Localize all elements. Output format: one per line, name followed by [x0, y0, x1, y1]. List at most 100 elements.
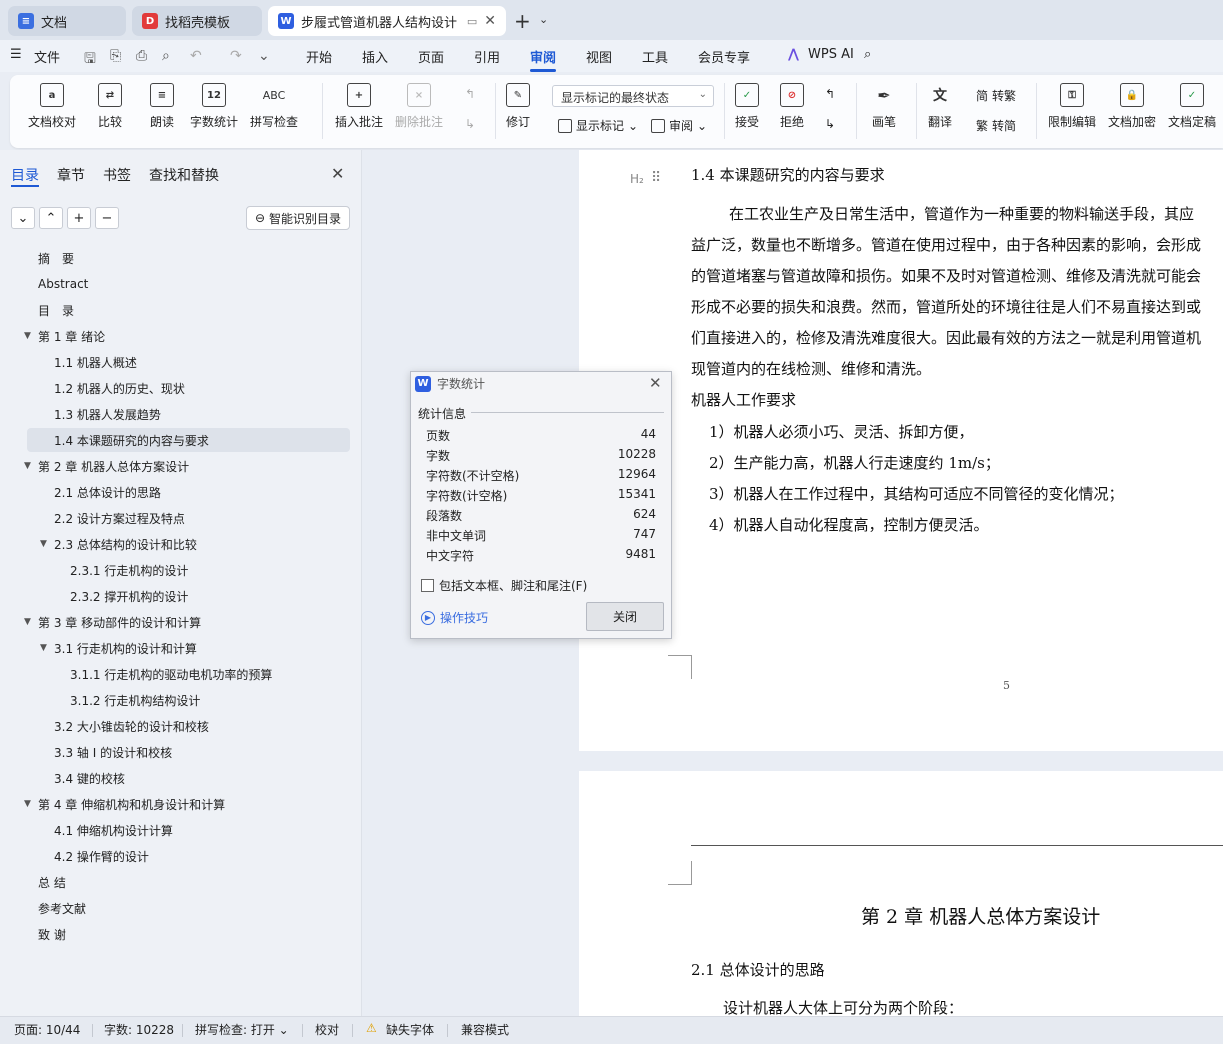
undo-icon[interactable]: ↶: [190, 48, 202, 64]
nav-tab-toc[interactable]: 目录: [11, 165, 39, 185]
encrypt-button[interactable]: 🔒 文档加密: [1108, 83, 1156, 130]
expand-toggle-icon[interactable]: ▼: [24, 617, 31, 627]
compare-button[interactable]: ⇄ 比较: [98, 83, 122, 130]
toc-item[interactable]: 1.1 机器人概述: [0, 350, 350, 374]
toc-item[interactable]: ▼ 第 1 章 绪论: [0, 324, 350, 348]
markup-state-select[interactable]: 显示标记的最终状态 ⌄: [552, 85, 714, 107]
search-icon[interactable]: ⌕: [864, 47, 871, 62]
expand-toggle-icon[interactable]: ▼: [40, 539, 47, 549]
toc-item[interactable]: 3.3 轴 I 的设计和校核: [0, 740, 350, 764]
expand-up-button[interactable]: ⌃: [39, 207, 63, 229]
next-change-icon[interactable]: ↳: [825, 117, 835, 131]
menu-review[interactable]: 审阅: [530, 47, 556, 66]
share-icon[interactable]: ⎘: [110, 48, 121, 64]
menu-start[interactable]: 开始: [306, 47, 332, 66]
page-indicator[interactable]: 页面: 10/44: [14, 1021, 80, 1038]
toc-item[interactable]: 4.2 操作臂的设计: [0, 844, 350, 868]
toc-item[interactable]: 致 谢: [0, 922, 350, 946]
tips-link[interactable]: ▶ 操作技巧: [421, 609, 488, 626]
toc-item[interactable]: 目 录: [0, 298, 350, 322]
drag-handle-icon[interactable]: ⠿: [651, 170, 661, 186]
toc-item[interactable]: Abstract: [0, 272, 350, 296]
chevron-down-icon[interactable]: ⌄: [539, 13, 548, 26]
reject-button[interactable]: ⊘ 拒绝: [780, 83, 804, 130]
tab-current-document[interactable]: W 步履式管道机器人结构设计 说 ▭ ✕: [268, 6, 506, 36]
review-pane-button[interactable]: 审阅 ⌄: [651, 117, 707, 134]
menu-member[interactable]: 会员专享: [698, 47, 750, 66]
wps-ai-icon[interactable]: ⋀: [788, 47, 799, 62]
spell-check-indicator[interactable]: 拼写检查: 打开 ⌄: [195, 1021, 289, 1038]
ink-button[interactable]: ✒ 画笔: [872, 83, 896, 130]
hamburger-menu-icon[interactable]: ☰: [10, 47, 22, 62]
menu-wps-ai[interactable]: WPS AI: [808, 47, 854, 62]
toc-item[interactable]: 3.2 大小锥齿轮的设计和校核: [0, 714, 350, 738]
toc-item[interactable]: 2.1 总体设计的思路: [0, 480, 350, 504]
menu-page[interactable]: 页面: [418, 47, 444, 66]
nav-tab-bookmarks[interactable]: 书签: [103, 165, 131, 185]
expand-toggle-icon[interactable]: ▼: [40, 643, 47, 653]
screen-icon[interactable]: ▭: [467, 15, 477, 28]
toc-item[interactable]: 3.4 键的校核: [0, 766, 350, 790]
spell-check-button[interactable]: ABC 拼写检查: [250, 83, 298, 130]
accept-button[interactable]: ✓ 接受: [735, 83, 759, 130]
smart-toc-button[interactable]: ⊖ 智能识别目录: [246, 206, 350, 230]
toc-item[interactable]: ▼ 2.3 总体结构的设计和比较: [0, 532, 350, 556]
close-button[interactable]: 关闭: [586, 602, 664, 631]
proofread-button[interactable]: a 文档校对: [28, 83, 76, 130]
include-textbox-footnotes-checkbox[interactable]: 包括文本框、脚注和尾注(F): [421, 577, 587, 594]
toc-item[interactable]: 1.3 机器人发展趋势: [0, 402, 350, 426]
nav-tab-find-replace[interactable]: 查找和替换: [149, 165, 219, 185]
tab-docer-templates[interactable]: D 找稻壳模板: [132, 6, 262, 36]
previous-change-icon[interactable]: ↰: [825, 87, 835, 101]
menu-tools[interactable]: 工具: [642, 47, 668, 66]
menu-file[interactable]: 文件: [34, 47, 60, 66]
quick-access-more-icon[interactable]: ⌄: [258, 48, 270, 64]
tab-documents[interactable]: ≡ 文档: [8, 6, 126, 36]
insert-comment-button[interactable]: + 插入批注: [335, 83, 383, 130]
toc-item[interactable]: 总 结: [0, 870, 350, 894]
new-tab-plus-icon[interactable]: +: [514, 9, 531, 33]
proofread-indicator[interactable]: 校对: [315, 1021, 339, 1038]
toc-item[interactable]: 参考文献: [0, 896, 350, 920]
print-preview-icon[interactable]: ⌕: [162, 48, 170, 64]
toc-item[interactable]: ▼ 第 4 章 伸缩机构和机身设计和计算: [0, 792, 350, 816]
word-count-indicator[interactable]: 字数: 10228: [104, 1021, 174, 1038]
toc-item[interactable]: ▼ 第 3 章 移动部件的设计和计算: [0, 610, 350, 634]
previous-comment-icon[interactable]: ↰: [465, 87, 475, 101]
collapse-all-button[interactable]: ⌄: [11, 207, 35, 229]
expand-toggle-icon[interactable]: ▼: [24, 331, 31, 341]
toc-item[interactable]: ▼ 3.1 行走机构的设计和计算: [0, 636, 350, 660]
menu-insert[interactable]: 插入: [362, 47, 388, 66]
toc-item[interactable]: 4.1 伸缩机构设计计算: [0, 818, 350, 842]
toc-item[interactable]: 3.1.2 行走机构结构设计: [0, 688, 350, 712]
restrict-edit-button[interactable]: ⚿ 限制编辑: [1048, 83, 1096, 130]
word-count-button[interactable]: 12 字数统计: [190, 83, 238, 130]
toc-item[interactable]: 2.3.2 撑开机构的设计: [0, 584, 350, 608]
redo-icon[interactable]: ↷: [230, 48, 242, 64]
nav-tab-sections[interactable]: 章节: [57, 165, 85, 185]
checkbox-box[interactable]: [421, 579, 434, 592]
save-icon[interactable]: 🖫: [84, 48, 96, 72]
to-simplified-button[interactable]: 繁 转简: [976, 117, 1016, 134]
read-aloud-button[interactable]: ≡ 朗读: [150, 83, 174, 130]
toc-item[interactable]: 2.2 设计方案过程及特点: [0, 506, 350, 530]
close-icon[interactable]: ✕: [649, 374, 662, 392]
show-markup-button[interactable]: 显示标记 ⌄: [558, 117, 638, 134]
menu-references[interactable]: 引用: [474, 47, 500, 66]
delete-comment-button[interactable]: × 删除批注: [395, 83, 443, 130]
toc-item[interactable]: 摘 要: [0, 246, 350, 270]
translate-button[interactable]: 文 翻译: [928, 83, 952, 130]
close-icon[interactable]: ✕: [331, 164, 344, 183]
expand-toggle-icon[interactable]: ▼: [24, 461, 31, 471]
toc-item[interactable]: ▼ 第 2 章 机器人总体方案设计: [0, 454, 350, 478]
heading-level-marker[interactable]: H₂: [630, 172, 644, 186]
expand-toggle-icon[interactable]: ▼: [24, 799, 31, 809]
menu-view[interactable]: 视图: [586, 47, 612, 66]
close-icon[interactable]: ✕: [484, 13, 496, 29]
toc-item[interactable]: 2.3.1 行走机构的设计: [0, 558, 350, 582]
add-heading-button[interactable]: +: [67, 207, 91, 229]
toc-item[interactable]: 1.2 机器人的历史、现状: [0, 376, 350, 400]
print-icon[interactable]: ⎙: [136, 48, 147, 64]
missing-font-indicator[interactable]: 缺失字体: [386, 1021, 434, 1038]
toc-item[interactable]: 1.4 本课题研究的内容与要求: [27, 428, 350, 452]
